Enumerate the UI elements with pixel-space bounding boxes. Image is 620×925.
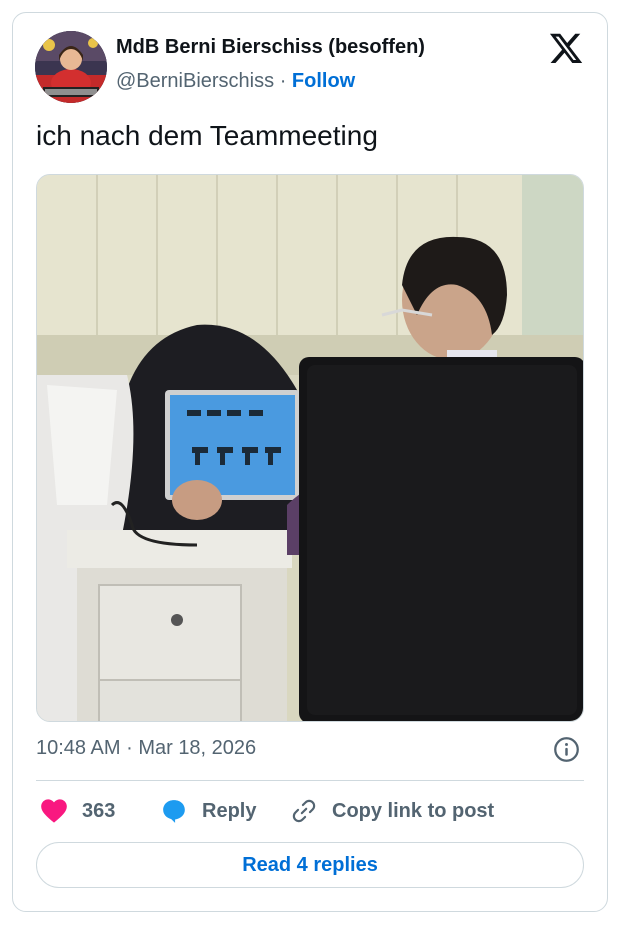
like-button[interactable]: 363	[40, 797, 115, 825]
author-display-name[interactable]: MdB Berni Bierschiss (besoffen)	[116, 36, 425, 59]
read-replies-button[interactable]: Read 4 replies	[36, 842, 584, 888]
tweet-media-image[interactable]	[36, 174, 584, 722]
like-count: 363	[82, 799, 116, 822]
info-icon[interactable]	[553, 736, 580, 763]
heart-icon	[41, 799, 67, 823]
copy-link-label: Copy link to post	[332, 799, 495, 822]
divider	[36, 780, 584, 781]
author-avatar[interactable]	[35, 31, 107, 103]
reply-button[interactable]: Reply	[160, 797, 256, 825]
follow-link[interactable]: Follow	[292, 70, 355, 92]
reply-label: Reply	[202, 799, 257, 822]
tweet-text: ich nach dem Teammeeting	[36, 120, 378, 151]
separator-dot: ·	[126, 737, 133, 759]
tweet-timestamp[interactable]: 10:48 AM · Mar 18, 2026	[36, 737, 256, 760]
author-handle[interactable]: @BerniBierschiss	[116, 70, 274, 92]
copy-link-button[interactable]: Copy link to post	[290, 797, 494, 825]
author-handle-row: @BerniBierschiss · Follow	[116, 70, 355, 93]
x-logo-icon[interactable]	[548, 30, 584, 66]
separator-dot: ·	[279, 70, 287, 92]
tweet-date: Mar 18, 2026	[138, 737, 257, 759]
reply-bubble-icon	[163, 800, 185, 823]
tweet-time: 10:48 AM	[36, 737, 121, 759]
link-icon	[292, 799, 316, 823]
